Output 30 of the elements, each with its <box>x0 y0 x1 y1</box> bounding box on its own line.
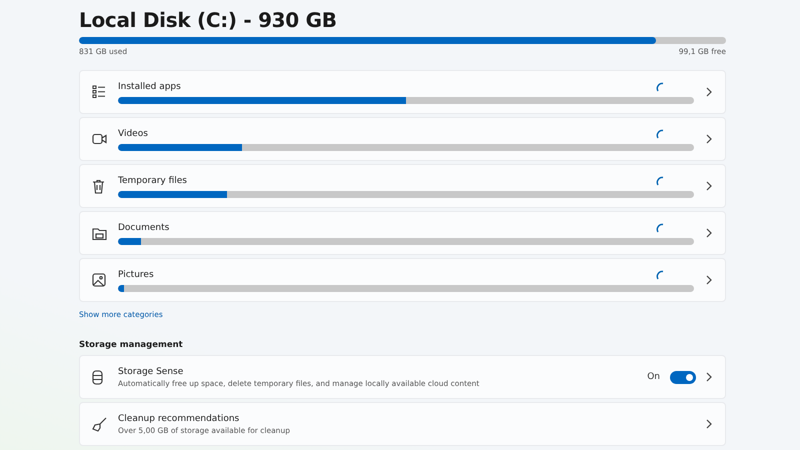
list-icon <box>92 85 106 99</box>
chevron-right-icon <box>706 181 712 191</box>
image-icon <box>92 273 106 287</box>
category-card[interactable]: Installed apps <box>79 70 726 114</box>
chevron-right-icon <box>706 87 712 97</box>
category-label: Installed apps <box>118 82 181 92</box>
category-label: Temporary files <box>118 176 187 186</box>
section-heading: Storage management <box>79 340 183 350</box>
category-label: Pictures <box>118 270 154 280</box>
chevron-right-icon <box>706 134 712 144</box>
chevron-right-icon <box>706 275 712 285</box>
broom-icon <box>92 416 107 432</box>
setting-title: Storage Sense <box>118 366 184 376</box>
storage-drive-icon <box>92 370 103 384</box>
category-card[interactable]: Videos <box>79 117 726 161</box>
folder-icon <box>92 226 107 240</box>
setting-title: Cleanup recommendations <box>118 414 240 424</box>
category-label: Documents <box>118 222 170 232</box>
category-card[interactable]: Pictures <box>79 258 726 302</box>
disk-title: Local Disk (C:) - 930 GB <box>79 8 338 32</box>
category-card[interactable]: Temporary files <box>79 164 726 208</box>
chevron-right-icon <box>706 372 712 382</box>
category-label: Videos <box>118 128 148 138</box>
chevron-right-icon <box>706 419 712 429</box>
trash-icon <box>92 178 105 194</box>
toggle-switch[interactable] <box>670 370 696 384</box>
video-camera-icon <box>92 133 107 145</box>
category-card[interactable]: Documents <box>79 211 726 255</box>
chevron-right-icon <box>706 228 712 238</box>
toggle-label: On <box>647 372 660 382</box>
